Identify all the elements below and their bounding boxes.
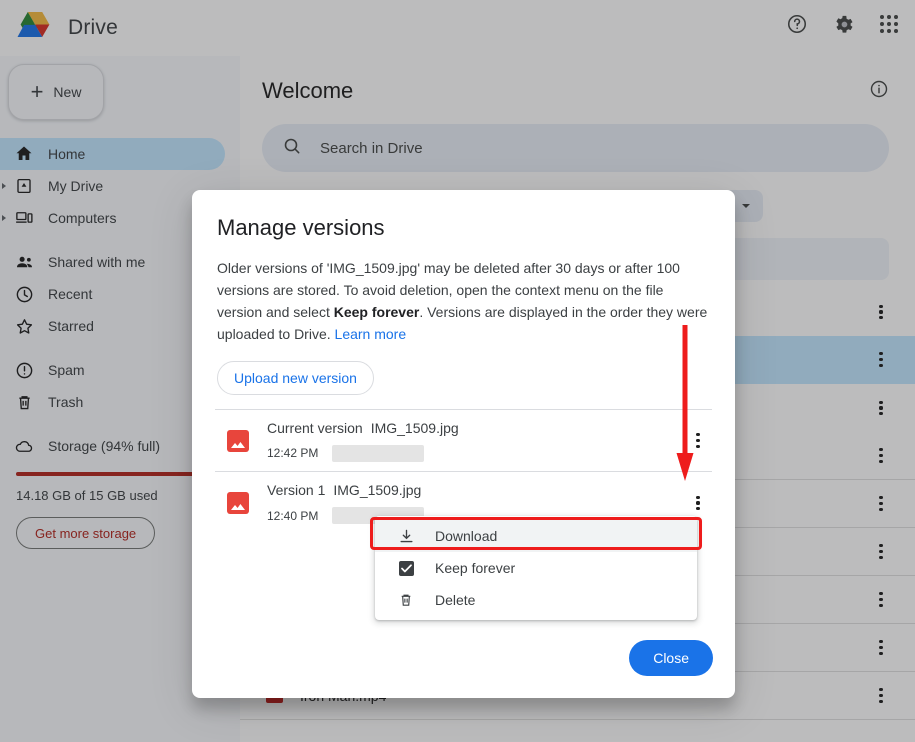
close-button[interactable]: Close	[629, 640, 713, 676]
dialog-footer: Close	[629, 640, 713, 676]
version-info: Current version IMG_1509.jpg 12:42 PM	[267, 420, 686, 462]
context-menu-item-download[interactable]: Download	[375, 520, 697, 552]
version-time: 12:42 PM	[267, 446, 319, 460]
upload-new-version-button[interactable]: Upload new version	[217, 361, 374, 395]
google-drive-app: Drive + New Home My Drive Computers Shar…	[0, 0, 915, 742]
version-kebab-menu-1[interactable]	[686, 491, 710, 515]
image-file-icon	[227, 492, 249, 514]
manage-versions-dialog: Manage versions Older versions of 'IMG_1…	[192, 190, 735, 698]
version-time: 12:40 PM	[267, 508, 319, 523]
image-file-icon	[227, 429, 249, 452]
version-row-current[interactable]: Current version IMG_1509.jpg 12:42 PM	[215, 410, 712, 472]
context-menu-item-keep-forever[interactable]: Keep forever	[375, 552, 697, 584]
version-label-row: Version 1 IMG_1509.jpg	[267, 482, 421, 498]
desc-bold: Keep forever	[333, 304, 420, 320]
learn-more-link[interactable]: Learn more	[335, 326, 407, 342]
dialog-description: Older versions of 'IMG_1509.jpg' may be …	[192, 241, 735, 345]
checkbox-checked-icon[interactable]	[397, 559, 415, 577]
version-meta: 12:42 PM	[267, 444, 686, 462]
dialog-title: Manage versions	[217, 215, 385, 240]
context-menu-label: Keep forever	[435, 560, 516, 576]
version-context-menu: Download Keep forever Delete	[375, 516, 697, 620]
version-filename: IMG_1509.jpg	[333, 482, 422, 498]
context-menu-label: Download	[435, 528, 498, 544]
version-filename: IMG_1509.jpg	[370, 419, 459, 436]
download-icon	[397, 527, 415, 545]
trash-icon	[397, 591, 415, 609]
annotation-arrow	[676, 325, 694, 483]
version-label: Version 1	[267, 482, 326, 498]
version-size-redacted	[332, 444, 425, 462]
context-menu-item-delete[interactable]: Delete	[375, 584, 697, 616]
version-label: Current version	[267, 419, 363, 436]
context-menu-label: Delete	[435, 592, 476, 608]
version-label-row: Current version IMG_1509.jpg	[267, 420, 459, 436]
